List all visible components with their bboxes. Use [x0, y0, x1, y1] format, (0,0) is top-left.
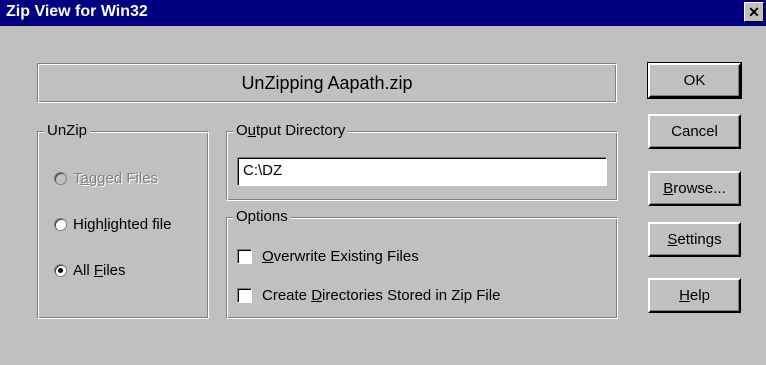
browse-mnemonic: B: [663, 180, 674, 197]
unzip-group: UnZip Tagged Files Highlighted file All …: [37, 122, 209, 319]
help-button[interactable]: Help: [648, 278, 741, 313]
radio-label: Tagged Files: [73, 169, 159, 187]
checkbox[interactable]: [237, 287, 252, 303]
create-directories-checkbox[interactable]: Create Directories Stored in Zip File: [237, 285, 500, 305]
settings-mnemonic: S: [667, 231, 678, 248]
radio-tagged-files[interactable]: Tagged Files: [54, 168, 158, 188]
unzip-group-label: UnZip: [44, 122, 91, 139]
radio-label: Highlighted file: [73, 215, 172, 233]
close-button[interactable]: ✕: [744, 2, 764, 22]
help-label-post: elp: [689, 287, 710, 304]
help-mnemonic: H: [679, 287, 690, 304]
zip-view-dialog: Zip View for Win32 ✕ UnZipping Aapath.zi…: [0, 0, 766, 365]
ok-button[interactable]: OK: [647, 62, 742, 99]
browse-button[interactable]: Browse...: [648, 171, 741, 206]
radio-highlighted-file[interactable]: Highlighted file: [54, 214, 171, 234]
browse-label-post: rowse...: [673, 180, 726, 197]
radio-button[interactable]: [54, 263, 67, 277]
checkbox-label: Create Directories Stored in Zip File: [262, 286, 501, 304]
cancel-button[interactable]: Cancel: [648, 114, 741, 149]
radio-all-files[interactable]: All Files: [54, 260, 126, 280]
close-icon: ✕: [748, 4, 760, 20]
options-group: Options Overwrite Existing Files Create …: [226, 208, 618, 319]
output-directory-input[interactable]: C:\DZ: [237, 157, 607, 186]
radio-button[interactable]: [54, 217, 67, 231]
window-title: Zip View for Win32: [6, 3, 148, 20]
output-directory-group: Output Directory C:\DZ: [226, 122, 618, 201]
overwrite-existing-checkbox[interactable]: Overwrite Existing Files: [237, 246, 419, 266]
checkbox[interactable]: [237, 248, 252, 264]
checkbox-label: Overwrite Existing Files: [262, 247, 419, 265]
radio-button[interactable]: [54, 171, 67, 185]
settings-button[interactable]: Settings: [648, 222, 741, 257]
settings-label-post: ettings: [677, 231, 722, 248]
options-group-label: Options: [233, 208, 291, 225]
status-banner: UnZipping Aapath.zip: [37, 63, 617, 103]
radio-label: All Files: [73, 261, 126, 279]
output-directory-label: Output Directory: [233, 122, 349, 139]
title-bar[interactable]: Zip View for Win32 ✕: [0, 0, 766, 26]
